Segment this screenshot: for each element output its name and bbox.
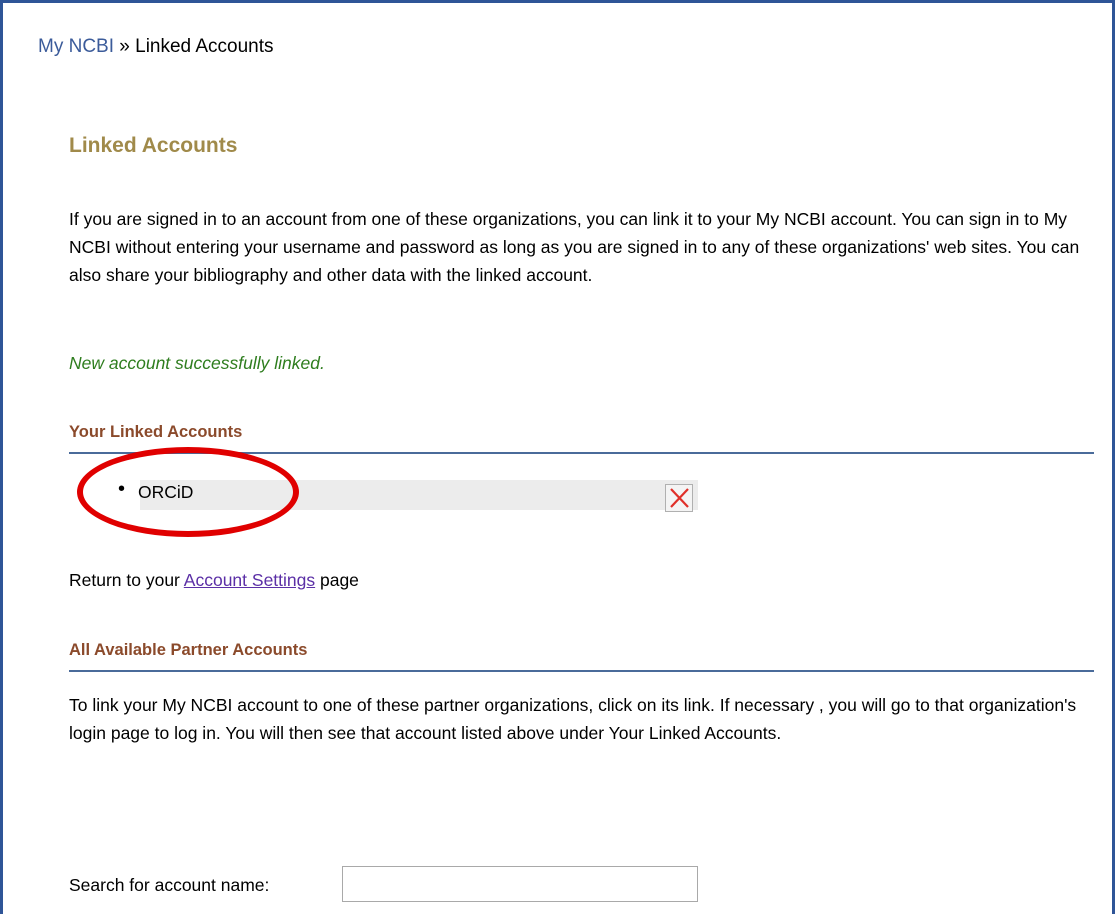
search-account-input[interactable] [342,866,698,902]
account-settings-link[interactable]: Account Settings [184,570,315,590]
breadcrumb-my-ncbi-link[interactable]: My NCBI [38,36,114,57]
breadcrumb-current: Linked Accounts [135,36,274,57]
return-line: Return to your Account Settings page [69,570,359,591]
page-title: Linked Accounts [69,134,238,157]
partner-intro-text: To link your My NCBI account to one of t… [69,695,1077,743]
search-label: Search for account name: [69,875,270,895]
breadcrumb: My NCBI » Linked Accounts [38,36,274,58]
return-suffix: page [315,570,359,590]
highlight-annotation-ring [77,447,299,537]
breadcrumb-separator: » [114,36,136,57]
return-prefix: Return to your [69,570,184,590]
intro-text: If you are signed in to an account from … [69,209,1080,285]
success-message: New account successfully linked. [69,353,325,373]
remove-linked-account-button[interactable] [665,484,693,512]
partner-accounts-heading: All Available Partner Accounts [69,641,1094,672]
close-x-icon [670,488,689,508]
